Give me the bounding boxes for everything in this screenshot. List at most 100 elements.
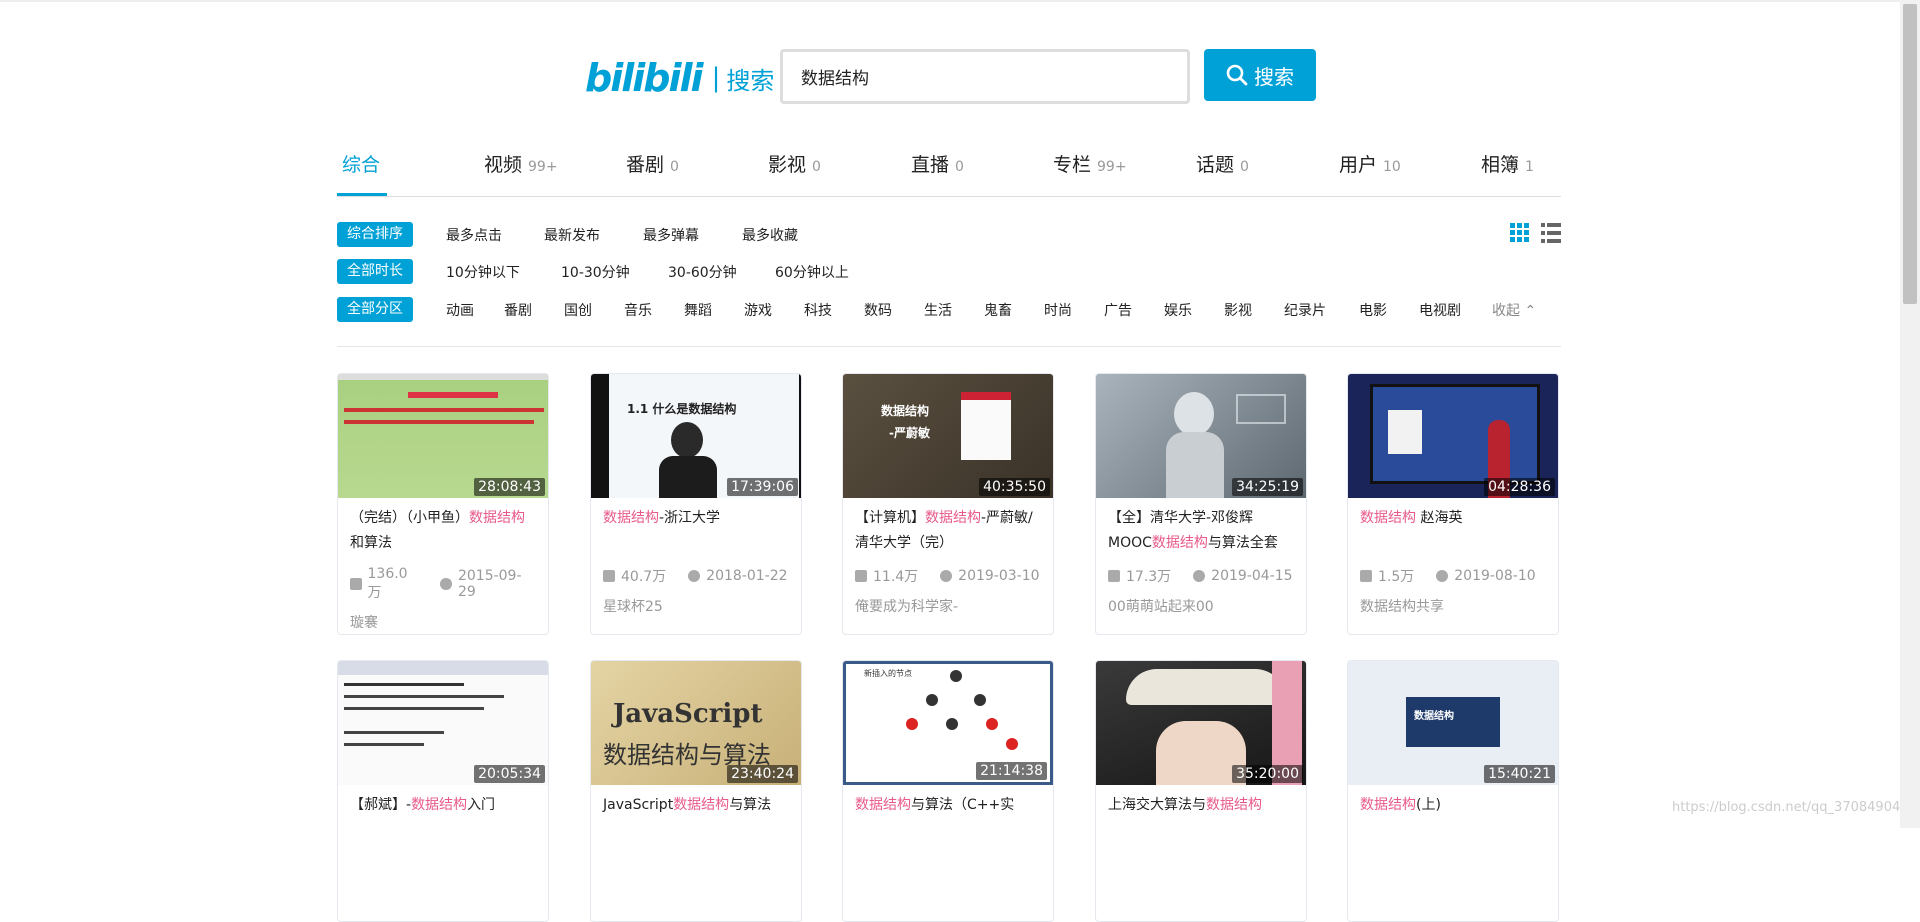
duration-all-pill[interactable]: 全部时长	[337, 258, 413, 284]
order-most-favorites[interactable]: 最多收藏	[742, 225, 798, 245]
list-view-icon[interactable]	[1541, 223, 1561, 247]
video-title[interactable]: 数据结构-浙江大学	[591, 498, 801, 558]
duration-over-60[interactable]: 60分钟以上	[775, 262, 849, 282]
zone-documentary[interactable]: 纪录片	[1284, 300, 1326, 320]
tab-count: 0	[812, 159, 821, 175]
video-meta: 17.3万 2019-04-15	[1096, 566, 1306, 586]
zone-all-pill[interactable]: 全部分区	[337, 296, 413, 322]
bilibili-search-logo[interactable]: bilibili | 搜索	[585, 58, 774, 98]
active-tab-underline	[337, 193, 387, 196]
video-thumbnail[interactable]: JavaScript 数据结构与算法 23:40:24	[591, 661, 801, 785]
duration-10-30[interactable]: 10-30分钟	[561, 262, 630, 282]
video-title[interactable]: 数据结构与算法（C++实	[843, 785, 1053, 845]
uploader-name: 星球杯25	[603, 599, 663, 615]
video-card[interactable]: 04:28:36 数据结构 赵海英 1.5万 2019-08-10 数据结构共享	[1347, 373, 1559, 635]
video-thumbnail[interactable]: 数据结构 15:40:21	[1348, 661, 1558, 785]
tab-bangumi[interactable]: 番剧 0	[626, 150, 679, 177]
title-text: 与算法	[729, 797, 772, 813]
video-card[interactable]: 新插入的节点 21:14:38 数据结构与算法（C++实	[842, 660, 1054, 922]
zone-fashion[interactable]: 时尚	[1044, 300, 1072, 320]
video-thumbnail[interactable]: 新插入的节点 21:14:38	[843, 661, 1053, 785]
video-thumbnail[interactable]: 04:28:36	[1348, 374, 1558, 498]
video-title[interactable]: JavaScript数据结构与算法	[591, 785, 801, 845]
tab-article[interactable]: 专栏 99+	[1053, 150, 1127, 177]
search-button[interactable]: 搜索	[1204, 49, 1316, 101]
grid-view-icon[interactable]	[1510, 223, 1530, 247]
zone-cinephile[interactable]: 影视	[1224, 300, 1252, 320]
zone-ad[interactable]: 广告	[1104, 300, 1132, 320]
view-count: 17.3万	[1126, 569, 1172, 585]
video-card[interactable]: 28:08:43 （完结）（小甲鱼）数据结构和算法 136.0万 2015-09-…	[337, 373, 549, 635]
duration-30-60[interactable]: 30-60分钟	[668, 262, 737, 282]
video-card[interactable]: 数据结构 15:40:21 数据结构(上)	[1347, 660, 1559, 922]
zone-guochuang[interactable]: 国创	[564, 300, 592, 320]
tab-all[interactable]: 综合	[342, 150, 380, 177]
order-most-clicks[interactable]: 最多点击	[446, 225, 502, 245]
order-all-pill[interactable]: 综合排序	[337, 221, 413, 247]
video-title[interactable]: 数据结构 赵海英	[1348, 498, 1558, 558]
video-uploader[interactable]: 00萌萌站起来00	[1096, 596, 1306, 616]
tab-topic[interactable]: 话题 0	[1196, 150, 1249, 177]
video-card[interactable]: 数据结构 -严蔚敏 40:35:50 【计算机】数据结构-严蔚敏/清华大学（完）…	[842, 373, 1054, 635]
title-text: -浙江大学	[659, 510, 721, 526]
video-card[interactable]: 1.1 什么是数据结构 17:39:06 数据结构-浙江大学 40.7万 2018…	[590, 373, 802, 635]
video-title[interactable]: 数据结构(上)	[1348, 785, 1558, 845]
tab-label: 直播	[911, 154, 950, 176]
video-uploader[interactable]: 星球杯25	[591, 596, 801, 616]
video-thumbnail[interactable]: 35:20:00	[1096, 661, 1306, 785]
video-thumbnail[interactable]: 20:05:34	[338, 661, 548, 785]
zone-dance[interactable]: 舞蹈	[684, 300, 712, 320]
video-title[interactable]: 【全】清华大学-邓俊辉MOOC数据结构与算法全套	[1096, 498, 1306, 558]
zone-filter-row: 全部分区 动画 番剧 国创 音乐 舞蹈 游戏 科技 数码 生活 鬼畜 时尚 广告…	[337, 296, 1561, 322]
video-card[interactable]: JavaScript 数据结构与算法 23:40:24 JavaScript数据…	[590, 660, 802, 922]
tab-user[interactable]: 用户 10	[1339, 150, 1401, 177]
zone-movie[interactable]: 电影	[1359, 300, 1387, 320]
video-thumbnail[interactable]: 1.1 什么是数据结构 17:39:06	[591, 374, 801, 498]
upload-date: 2015-09-29	[457, 568, 522, 600]
zone-game[interactable]: 游戏	[744, 300, 772, 320]
zone-life[interactable]: 生活	[924, 300, 952, 320]
collapse-toggle[interactable]: 收起 ⌃	[1492, 300, 1536, 320]
video-thumbnail[interactable]: 28:08:43	[338, 374, 548, 498]
title-text: 【郝斌】-	[350, 797, 412, 813]
video-card[interactable]: 20:05:34 【郝斌】-数据结构入门	[337, 660, 549, 922]
video-title[interactable]: 【计算机】数据结构-严蔚敏/清华大学（完）	[843, 498, 1053, 558]
play-count-icon	[1360, 570, 1372, 582]
video-title[interactable]: 【郝斌】-数据结构入门	[338, 785, 548, 845]
video-meta: 136.0万 2015-09-29	[338, 566, 548, 602]
video-card[interactable]: 34:25:19 【全】清华大学-邓俊辉MOOC数据结构与算法全套 17.3万 2…	[1095, 373, 1307, 635]
video-uploader[interactable]: 璇褰	[338, 612, 548, 632]
tab-live[interactable]: 直播 0	[911, 150, 964, 177]
video-title[interactable]: （完结）（小甲鱼）数据结构和算法	[338, 498, 548, 558]
zone-tv[interactable]: 电视剧	[1419, 300, 1461, 320]
scrollbar-thumb[interactable]	[1903, 4, 1917, 304]
page-scrollbar[interactable]	[1900, 0, 1920, 828]
video-duration: 15:40:21	[1484, 765, 1555, 783]
title-keyword: 数据结构	[1151, 535, 1208, 551]
uploader-name: 俺要成为科学家-	[855, 599, 959, 615]
duration-under-10[interactable]: 10分钟以下	[446, 262, 520, 282]
tab-album[interactable]: 相簿 1	[1481, 150, 1534, 177]
search-input[interactable]	[783, 52, 1187, 101]
order-newest[interactable]: 最新发布	[544, 225, 600, 245]
title-keyword: 数据结构	[603, 510, 659, 526]
zone-music[interactable]: 音乐	[624, 300, 652, 320]
video-uploader[interactable]: 俺要成为科学家-	[843, 596, 1053, 616]
title-keyword: 数据结构	[855, 797, 911, 813]
video-thumbnail[interactable]: 数据结构 -严蔚敏 40:35:50	[843, 374, 1053, 498]
title-text: 【计算机】	[855, 510, 925, 526]
video-title[interactable]: 上海交大算法与数据结构	[1096, 785, 1306, 845]
order-most-danmaku[interactable]: 最多弹幕	[643, 225, 699, 245]
zone-bangumi[interactable]: 番剧	[504, 300, 532, 320]
video-uploader[interactable]: 数据结构共享	[1348, 596, 1558, 616]
video-card[interactable]: 35:20:00 上海交大算法与数据结构	[1095, 660, 1307, 922]
zone-ent[interactable]: 娱乐	[1164, 300, 1192, 320]
zone-kichiku[interactable]: 鬼畜	[984, 300, 1012, 320]
tab-video[interactable]: 视频 99+	[484, 150, 558, 177]
zone-douga[interactable]: 动画	[446, 300, 474, 320]
zone-tech[interactable]: 科技	[804, 300, 832, 320]
zone-digital[interactable]: 数码	[864, 300, 892, 320]
play-count-icon	[350, 578, 362, 590]
tab-film[interactable]: 影视 0	[768, 150, 821, 177]
video-thumbnail[interactable]: 34:25:19	[1096, 374, 1306, 498]
